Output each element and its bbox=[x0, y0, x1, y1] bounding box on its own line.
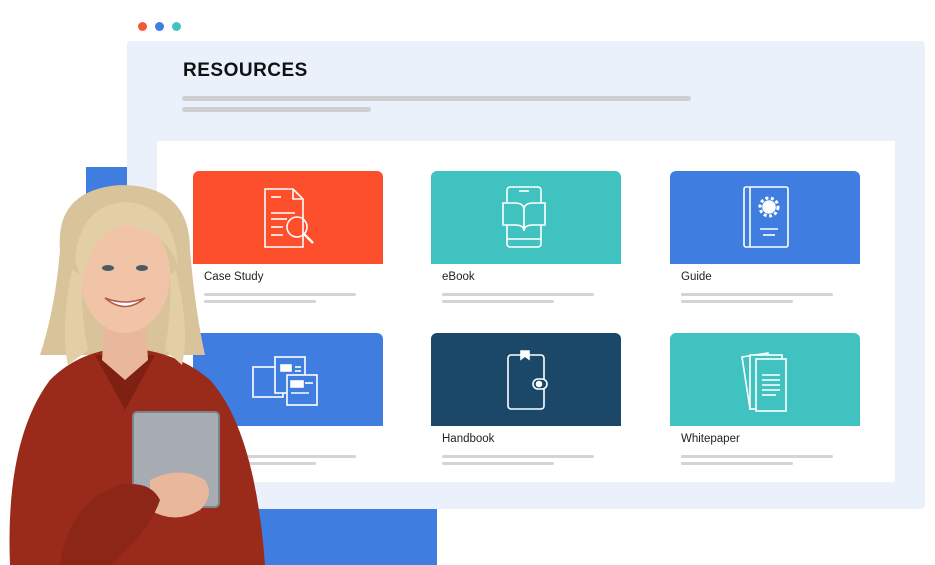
resource-card-whitepaper[interactable]: Whitepaper bbox=[670, 333, 860, 465]
ebook-icon bbox=[502, 185, 546, 248]
card-placeholder-line bbox=[681, 300, 793, 303]
card-label: eBook bbox=[442, 271, 475, 283]
notebook-icon bbox=[507, 349, 548, 410]
card-header bbox=[431, 333, 621, 426]
guide-book-icon bbox=[743, 185, 789, 248]
card-label: Handbook bbox=[442, 433, 495, 445]
card-placeholder-line bbox=[442, 455, 594, 458]
window-dot-blue[interactable] bbox=[155, 22, 164, 31]
window-dot-teal[interactable] bbox=[172, 22, 181, 31]
card-placeholder-line bbox=[681, 455, 833, 458]
card-label: Whitepaper bbox=[681, 433, 740, 445]
card-header bbox=[431, 171, 621, 264]
card-placeholder-line bbox=[442, 300, 554, 303]
resource-card-ebook[interactable]: eBook bbox=[431, 171, 621, 303]
card-header bbox=[670, 333, 860, 426]
resource-card-handbook[interactable]: Handbook bbox=[431, 333, 621, 465]
resource-card-guide[interactable]: Guide bbox=[670, 171, 860, 303]
card-placeholder-line bbox=[681, 462, 793, 465]
card-label: Guide bbox=[681, 271, 712, 283]
page-title: RESOURCES bbox=[183, 60, 308, 81]
window-controls bbox=[138, 22, 181, 31]
card-placeholder-line bbox=[681, 293, 833, 296]
card-placeholder-line bbox=[442, 293, 594, 296]
window-dot-red[interactable] bbox=[138, 22, 147, 31]
whitepaper-icon bbox=[741, 351, 787, 412]
title-placeholder-line bbox=[182, 107, 371, 112]
card-header bbox=[670, 171, 860, 264]
title-placeholder-line bbox=[182, 96, 691, 101]
card-placeholder-line bbox=[442, 462, 554, 465]
person-holding-tablet-image bbox=[9, 185, 265, 565]
